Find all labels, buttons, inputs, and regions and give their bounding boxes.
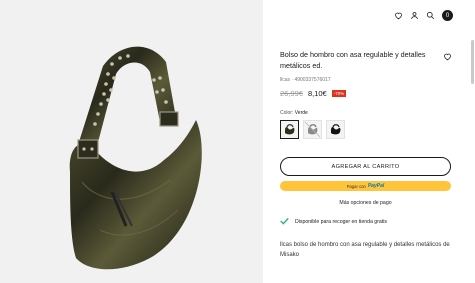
- user-icon[interactable]: [410, 11, 419, 20]
- paypal-logo-pay: Pay: [367, 183, 377, 189]
- sale-price: 8,10€: [307, 89, 327, 98]
- product-info-panel: 0 Bolso de hombro con asa regulable y de…: [263, 0, 475, 283]
- product-image[interactable]: [0, 0, 263, 283]
- swatch-gris[interactable]: [303, 120, 322, 139]
- swatch-negro[interactable]: [326, 120, 345, 139]
- heart-icon[interactable]: [394, 11, 403, 20]
- swatch-verde[interactable]: [280, 120, 299, 139]
- search-icon[interactable]: [426, 11, 435, 20]
- color-label: Color: Verde: [280, 110, 308, 116]
- pickup-text: Disponible para recoger en tienda gratis: [295, 219, 387, 225]
- color-swatches: [280, 120, 345, 139]
- product-title: Bolso de hombro con asa regulable y deta…: [280, 50, 426, 70]
- color-label-text: Color:: [280, 110, 294, 116]
- scrollbar[interactable]: [471, 40, 474, 84]
- discount-badge: -70%: [331, 90, 347, 97]
- handbag-illustration: [69, 46, 202, 270]
- add-to-cart-button[interactable]: AGREGAR AL CARRITO: [280, 157, 451, 176]
- header-actions: 0: [394, 10, 453, 21]
- product-reference: llcas · 4900337576017: [280, 77, 331, 83]
- color-value: Verde: [294, 110, 308, 116]
- paypal-prefix: Pagar con: [346, 183, 366, 189]
- add-to-wishlist-heart-icon[interactable]: [443, 48, 452, 66]
- paypal-button[interactable]: Pagar con PayPal: [280, 181, 451, 191]
- price-row: 26,99€ 8,10€ -70%: [280, 89, 347, 98]
- old-price: 26,99€: [280, 89, 303, 98]
- paypal-logo-pal: Pal: [376, 183, 385, 189]
- pickup-availability: Disponible para recoger en tienda gratis: [280, 217, 387, 227]
- check-icon: [280, 217, 289, 227]
- cart-button[interactable]: 0: [442, 10, 453, 21]
- paypal-logo: PayPal: [368, 183, 384, 189]
- more-payment-options-link[interactable]: Más opciones de pago: [263, 200, 468, 206]
- product-page: 0 Bolso de hombro con asa regulable y de…: [0, 0, 475, 283]
- product-description: llcas bolso de hombro con asa regulable …: [280, 242, 450, 258]
